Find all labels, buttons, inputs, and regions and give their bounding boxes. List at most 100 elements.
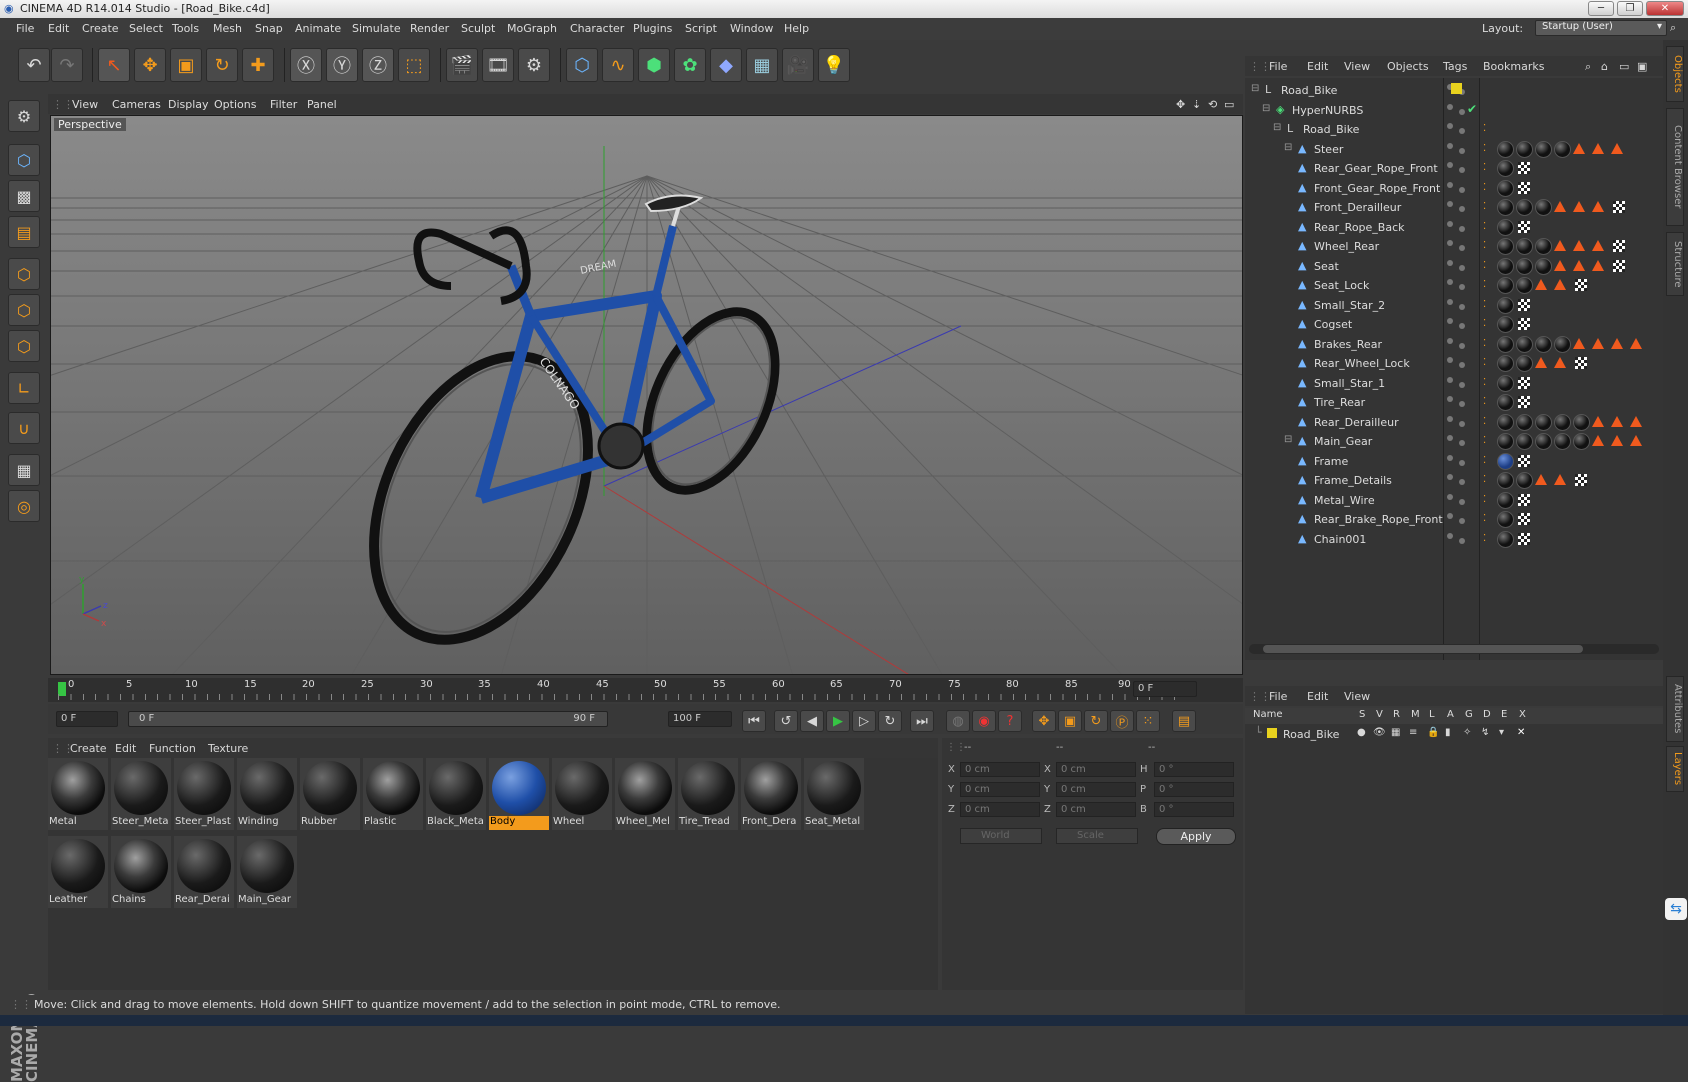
material-wheel-metal[interactable]: Wheel_Mel <box>615 758 675 830</box>
scale-icon[interactable]: ▣ <box>170 48 202 82</box>
phong-tag-icon[interactable]: ⁚ <box>1483 260 1486 271</box>
editor-visibility-dot[interactable] <box>1447 201 1453 207</box>
material-tag-icon[interactable] <box>1573 433 1590 450</box>
material-seat-metal[interactable]: Seat_Metal <box>804 758 864 830</box>
uvw-tag-icon[interactable] <box>1518 454 1530 467</box>
material-tag-icon[interactable] <box>1497 140 1514 158</box>
object-name[interactable]: Rear_Derailleur <box>1314 416 1399 429</box>
layers-menu-edit[interactable]: Edit <box>1307 690 1328 703</box>
material-winding[interactable]: Winding <box>237 758 297 830</box>
make-editable-icon[interactable]: ⚙ <box>8 100 40 132</box>
viewport-menu-cameras[interactable]: Cameras <box>112 98 161 111</box>
material-tag-icon[interactable] <box>1497 452 1514 470</box>
key-rotation-icon[interactable]: ↻ <box>1084 710 1108 732</box>
material-menu-create[interactable]: Create <box>70 742 107 755</box>
tab-layers[interactable]: Layers <box>1666 746 1684 792</box>
material-menu-texture[interactable]: Texture <box>208 742 248 755</box>
phong-tag-icon[interactable]: ⁚ <box>1483 455 1486 466</box>
render-visibility-dot[interactable] <box>1459 362 1465 368</box>
record-keys-icon[interactable]: ◍ <box>946 710 970 732</box>
object-row[interactable]: ▲ Rear_Rope_Back ⁚ <box>1245 217 1663 237</box>
render-view-icon[interactable]: 🎬 <box>446 48 478 82</box>
deformer-toggle-icon[interactable]: ↯ <box>1481 727 1489 738</box>
deformer-icon[interactable]: ◆ <box>710 48 742 82</box>
workplane-lock-icon[interactable]: ▦ <box>8 454 40 486</box>
selection-tag-icon[interactable] <box>1573 259 1585 271</box>
go-to-end-icon[interactable]: ⏭ <box>910 710 934 732</box>
key-scale-icon[interactable]: ▣ <box>1058 710 1082 732</box>
minimize-button[interactable]: ─ <box>1588 1 1614 16</box>
key-parameter-icon[interactable]: Ⓟ <box>1110 710 1134 732</box>
film-icon[interactable]: ▮ <box>1445 727 1451 738</box>
selection-tag-icon[interactable] <box>1554 259 1566 271</box>
render-visibility-dot[interactable] <box>1459 342 1465 349</box>
phong-tag-icon[interactable]: ⁚ <box>1483 299 1486 310</box>
object-row[interactable]: ▲ Rear_Wheel_Lock ⁚ <box>1245 353 1663 373</box>
cube-icon[interactable]: ⬡ <box>566 48 598 82</box>
maximize-view-icon[interactable]: ▭ <box>1224 98 1234 111</box>
object-name[interactable]: Small_Star_1 <box>1314 377 1385 390</box>
transform-mode-dropdown[interactable]: Scale <box>1056 828 1138 844</box>
undock-icon[interactable]: ▣ <box>1637 60 1647 73</box>
selection-tag-icon[interactable] <box>1592 435 1604 446</box>
material-tag-icon[interactable] <box>1497 355 1514 372</box>
material-tag-icon[interactable] <box>1516 433 1533 450</box>
layers-menu-file[interactable]: File <box>1269 690 1287 703</box>
material-tag-icon[interactable] <box>1497 316 1514 333</box>
selection-tag-icon[interactable] <box>1573 142 1585 154</box>
scrollbar-thumb[interactable] <box>1263 645 1583 653</box>
material-body[interactable]: Body <box>489 758 549 830</box>
nurbs-icon[interactable]: ⬢ <box>638 48 670 82</box>
material-tag-icon[interactable] <box>1535 199 1552 216</box>
texture-mode-icon[interactable]: ▩ <box>8 180 40 212</box>
material-tag-icon[interactable] <box>1497 218 1514 236</box>
object-name[interactable]: Chain001 <box>1314 533 1366 546</box>
go-to-start-icon[interactable]: ⏮ <box>742 710 766 732</box>
edges-mode-icon[interactable]: ⬡ <box>8 294 40 326</box>
viewport-menu-filter[interactable]: Filter <box>270 98 297 111</box>
search-icon[interactable]: ⌕ <box>1670 21 1676 35</box>
phong-tag-icon[interactable]: ⁚ <box>1483 474 1486 485</box>
rotation-p-field[interactable]: 0 ° <box>1154 782 1234 797</box>
solo-toggle-icon[interactable]: ● <box>1357 727 1366 738</box>
editor-visibility-dot[interactable] <box>1447 493 1453 500</box>
material-tag-icon[interactable] <box>1573 413 1590 431</box>
live-selection-icon[interactable]: ↖ <box>98 48 130 82</box>
next-key-icon[interactable]: ↻ <box>878 710 902 732</box>
phong-tag-icon[interactable]: ⁚ <box>1483 143 1486 154</box>
material-tag-icon[interactable] <box>1497 238 1514 255</box>
position-z-field[interactable]: 0 cm <box>960 802 1040 817</box>
object-row[interactable]: ⊟ ▲ Steer ⁚ <box>1245 139 1663 159</box>
layer-name[interactable]: Road_Bike <box>1283 728 1339 741</box>
object-name[interactable]: Rear_Gear_Rope_Front <box>1314 162 1438 175</box>
viewport-menu-view[interactable]: View <box>72 98 98 111</box>
render-visibility-dot[interactable] <box>1459 323 1465 329</box>
material-tag-icon[interactable] <box>1554 140 1571 158</box>
material-rear-derailleur[interactable]: Rear_Derai <box>174 836 234 908</box>
object-name[interactable]: Metal_Wire <box>1314 494 1375 507</box>
material-chains[interactable]: Chains <box>111 836 171 908</box>
uvw-tag-icon[interactable] <box>1518 493 1530 506</box>
next-frame-icon[interactable]: ▷ <box>852 710 876 732</box>
coordinate-system-icon[interactable]: ⬚ <box>398 48 430 82</box>
selection-tag-icon[interactable] <box>1554 201 1566 212</box>
object-row[interactable]: ▲ Tire_Rear ⁚ <box>1245 392 1663 412</box>
start-frame-field[interactable]: 0 F <box>56 711 118 727</box>
column-animation[interactable]: A <box>1447 709 1454 720</box>
material-tag-icon[interactable] <box>1516 257 1533 275</box>
material-tag-icon[interactable] <box>1497 530 1514 548</box>
editor-visibility-dot[interactable] <box>1447 142 1453 149</box>
redo-icon[interactable]: ↷ <box>51 48 83 82</box>
phong-tag-icon[interactable]: ⁚ <box>1483 357 1486 368</box>
menu-sculpt[interactable]: Sculpt <box>461 22 495 35</box>
phong-tag-icon[interactable]: ⁚ <box>1483 338 1486 349</box>
column-render[interactable]: R <box>1393 709 1400 720</box>
material-tag-icon[interactable] <box>1497 277 1514 294</box>
editor-visibility-dot[interactable] <box>1447 454 1453 461</box>
column-deformers[interactable]: D <box>1483 709 1491 720</box>
object-name[interactable]: Seat_Lock <box>1314 279 1369 292</box>
object-name[interactable]: Frame_Details <box>1314 474 1392 487</box>
selection-tag-icon[interactable] <box>1535 279 1547 290</box>
material-tag-icon[interactable] <box>1516 277 1533 294</box>
material-tag-icon[interactable] <box>1497 491 1514 509</box>
